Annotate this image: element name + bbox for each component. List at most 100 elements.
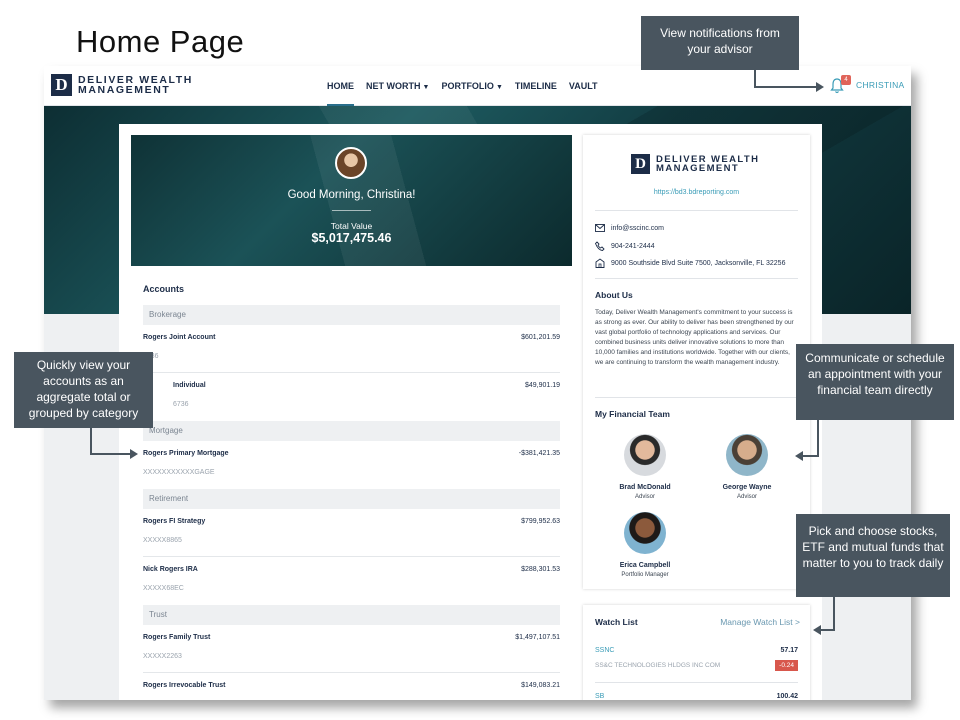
ticker-symbol[interactable]: SB bbox=[595, 693, 604, 700]
nav-portfolio[interactable]: PORTFOLIO ▼ bbox=[441, 66, 502, 106]
nav-portfolio-label: PORTFOLIO bbox=[441, 81, 494, 91]
accounts-panel: Accounts Brokerage Rogers Joint Account … bbox=[131, 266, 572, 700]
logo-mark: D bbox=[51, 74, 72, 96]
email-text: info@sscinc.com bbox=[611, 224, 665, 232]
account-value: $288,301.53 bbox=[521, 566, 560, 573]
callout-notifications: View notifications from your advisor bbox=[641, 16, 799, 70]
nav-vault[interactable]: VAULT bbox=[569, 66, 598, 106]
building-icon bbox=[595, 258, 605, 268]
account-name: Rogers Joint Account bbox=[143, 334, 216, 341]
callout-arrow bbox=[90, 453, 132, 455]
callout-arrow bbox=[90, 428, 92, 454]
account-name: Rogers Primary Mortgage bbox=[143, 450, 229, 457]
chevron-down-icon: ▼ bbox=[422, 84, 430, 91]
account-name: Individual bbox=[173, 382, 206, 389]
firm-logo: D DELIVER WEALTH MANAGEMENT bbox=[631, 152, 759, 176]
callout-arrow bbox=[817, 420, 819, 457]
callout-accounts: Quickly view your accounts as an aggrega… bbox=[14, 352, 153, 428]
divider bbox=[595, 210, 798, 211]
phone-text: 904-241-2444 bbox=[611, 242, 655, 250]
member-name: George Wayne bbox=[722, 484, 772, 491]
brand-logo[interactable]: D DELIVER WEALTH MANAGEMENT bbox=[51, 73, 193, 97]
account-number: XXXXX8865 bbox=[143, 537, 182, 544]
nav-timeline[interactable]: TIMELINE bbox=[515, 66, 557, 106]
logo-mark: D bbox=[631, 154, 650, 174]
account-row[interactable]: Individual 6736 $49,901.19 bbox=[143, 373, 560, 421]
arrow-head-icon bbox=[130, 449, 138, 459]
avatar[interactable] bbox=[335, 147, 367, 179]
account-name: Rogers FI Strategy bbox=[143, 518, 206, 525]
divider bbox=[595, 278, 798, 279]
arrow-head-icon bbox=[813, 625, 821, 635]
callout-team: Communicate or schedule an appointment w… bbox=[796, 344, 954, 420]
divider bbox=[595, 397, 798, 398]
avatar bbox=[624, 434, 666, 476]
account-row[interactable]: Rogers Primary Mortgage XXXXXXXXXXXGAGE … bbox=[143, 441, 560, 489]
account-name: Rogers Family Trust bbox=[143, 634, 211, 641]
left-column: Good Morning, Christina! Total Value $5,… bbox=[131, 135, 572, 700]
logo-line-2: MANAGEMENT bbox=[656, 163, 740, 174]
account-value: $799,952.63 bbox=[521, 518, 560, 525]
chevron-down-icon: ▼ bbox=[495, 84, 503, 91]
account-row[interactable]: Rogers Irrevocable Trust $149,083.21 bbox=[143, 673, 560, 700]
about-title: About Us bbox=[595, 290, 633, 300]
callout-arrow bbox=[833, 597, 835, 631]
account-name: Nick Rogers IRA bbox=[143, 566, 198, 573]
arrow-head-icon bbox=[795, 451, 803, 461]
account-number: 6736 bbox=[173, 401, 189, 408]
nav-home[interactable]: HOME bbox=[327, 66, 354, 106]
account-row[interactable]: Rogers Joint Account 1886 $601,201.59 bbox=[143, 325, 560, 373]
team-title: My Financial Team bbox=[595, 409, 670, 419]
callout-arrow bbox=[802, 455, 819, 457]
user-menu[interactable]: CHRISTINA bbox=[856, 80, 905, 90]
ticker-price: 57.17 bbox=[780, 647, 798, 654]
ticker-change: -0.24 bbox=[775, 660, 798, 671]
account-value: $149,083.21 bbox=[521, 682, 560, 689]
account-number: XXXXXXXXXXXGAGE bbox=[143, 469, 215, 476]
account-row[interactable]: Rogers FI Strategy XXXXX8865 $799,952.63 bbox=[143, 509, 560, 557]
avatar bbox=[726, 434, 768, 476]
team-member[interactable]: Brad McDonald Advisor bbox=[600, 434, 690, 500]
member-name: Erica Campbell bbox=[619, 562, 671, 569]
nav-net-worth-label: NET WORTH bbox=[366, 81, 421, 91]
category-brokerage[interactable]: Brokerage bbox=[143, 305, 560, 325]
ticker-symbol[interactable]: SSNC bbox=[595, 647, 614, 654]
category-trust[interactable]: Trust bbox=[143, 605, 560, 625]
watchlist-card: Watch List Manage Watch List > SSNC 57.1… bbox=[583, 605, 810, 700]
nav-timeline-label: TIMELINE bbox=[514, 81, 557, 91]
category-mortgage[interactable]: Mortgage bbox=[143, 421, 560, 441]
phone-icon bbox=[595, 241, 605, 251]
account-row[interactable]: Rogers Family Trust XXXXX2263 $1,497,107… bbox=[143, 625, 560, 673]
main-content: Good Morning, Christina! Total Value $5,… bbox=[119, 124, 822, 700]
nav-vault-label: VAULT bbox=[568, 81, 598, 91]
firm-url-link[interactable]: https://bd3.bdreporting.com bbox=[583, 189, 810, 196]
category-retirement[interactable]: Retirement bbox=[143, 489, 560, 509]
account-name: Rogers Irrevocable Trust bbox=[143, 682, 226, 689]
account-value: -$381,421.35 bbox=[518, 450, 560, 457]
logo-text: DELIVER WEALTH MANAGEMENT bbox=[78, 75, 193, 96]
avatar bbox=[624, 512, 666, 554]
team-member[interactable]: Erica Campbell Portfolio Manager bbox=[600, 512, 690, 578]
account-value: $49,901.19 bbox=[524, 382, 560, 389]
envelope-icon bbox=[595, 224, 605, 232]
greeting-text: Good Morning, Christina! bbox=[287, 189, 416, 201]
callout-watchlist: Pick and choose stocks, ETF and mutual f… bbox=[796, 514, 950, 597]
callout-arrow bbox=[754, 70, 756, 87]
nav-net-worth[interactable]: NET WORTH ▼ bbox=[366, 66, 429, 106]
account-row[interactable]: Nick Rogers IRA XXXXX68EC $288,301.53 bbox=[143, 557, 560, 605]
page-title: Home Page bbox=[76, 24, 245, 59]
team-member[interactable]: George Wayne Advisor bbox=[702, 434, 792, 500]
callout-arrow bbox=[754, 86, 820, 88]
watchlist-title: Watch List bbox=[595, 617, 638, 627]
arrow-head-icon bbox=[816, 82, 824, 92]
divider bbox=[595, 682, 798, 683]
manage-watchlist-link[interactable]: Manage Watch List > bbox=[720, 617, 800, 627]
contact-phone[interactable]: 904-241-2444 bbox=[595, 241, 655, 251]
contact-address[interactable]: 9000 Southside Blvd Suite 7500, Jacksonv… bbox=[595, 258, 785, 268]
address-text: 9000 Southside Blvd Suite 7500, Jacksonv… bbox=[611, 259, 786, 267]
ticker-price: 100.42 bbox=[776, 693, 798, 700]
contact-email[interactable]: info@sscinc.com bbox=[595, 224, 664, 232]
account-number: XXXXX68EC bbox=[143, 585, 184, 592]
member-role: Portfolio Manager bbox=[621, 572, 669, 578]
greeting-card: Good Morning, Christina! Total Value $5,… bbox=[131, 135, 572, 266]
